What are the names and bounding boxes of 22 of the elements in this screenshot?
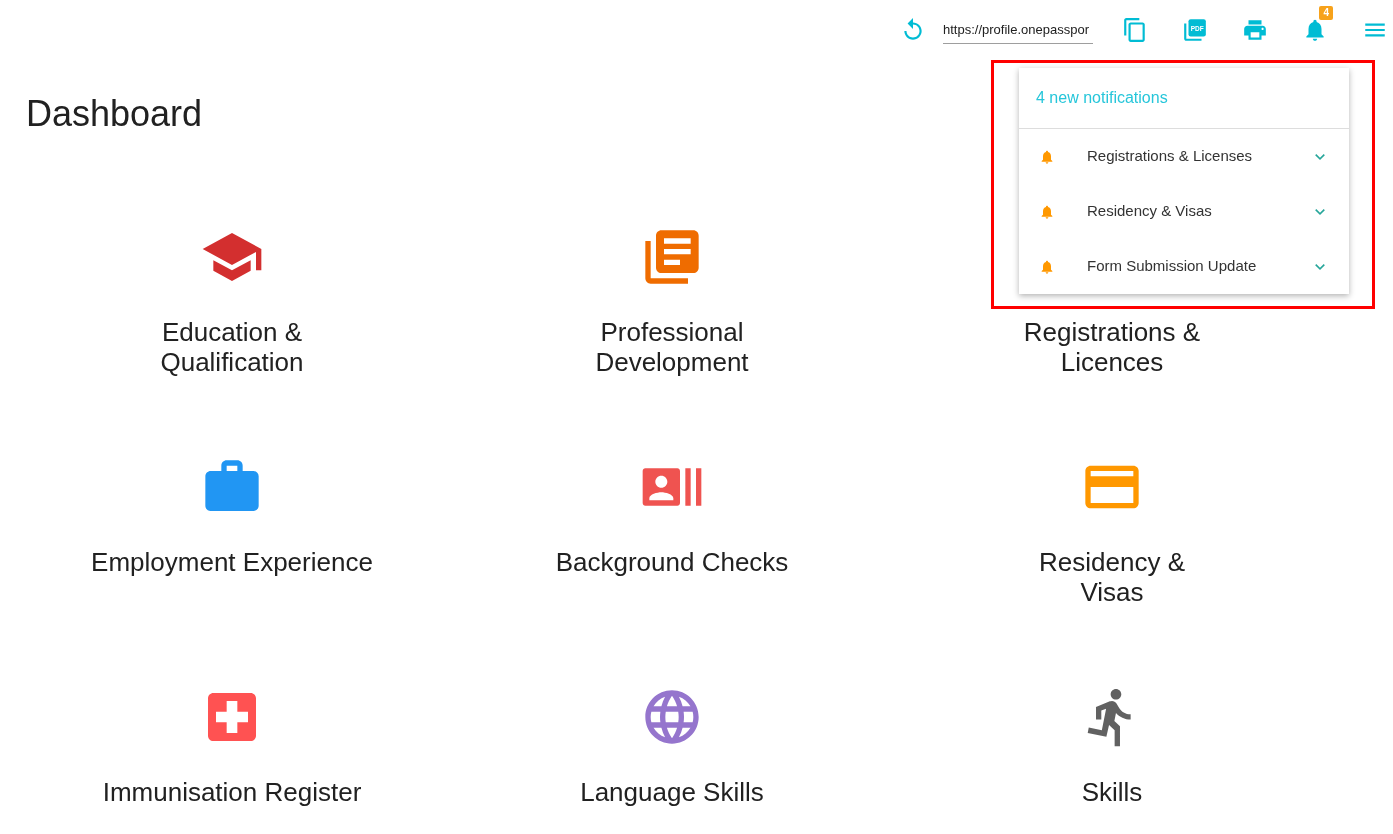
tile-label[interactable]: Skills xyxy=(1081,777,1143,808)
bell-icon xyxy=(1039,148,1055,165)
chevron-down-icon xyxy=(1315,263,1325,270)
bell-icon xyxy=(1039,203,1055,220)
notification-item[interactable]: Registrations & Licenses xyxy=(1019,129,1349,184)
tile-label[interactable]: Language Skills xyxy=(580,777,764,808)
print-icon xyxy=(1242,17,1268,43)
chevron-down-icon xyxy=(1315,208,1325,215)
bell-icon xyxy=(1039,258,1055,275)
chevron-down-icon xyxy=(1315,153,1325,160)
tile-label[interactable]: Employment Experience xyxy=(91,547,373,578)
notification-item[interactable]: Residency & Visas xyxy=(1019,184,1349,239)
tile-label[interactable]: Professional Development xyxy=(595,317,749,378)
tile-label[interactable]: Residency & Visas xyxy=(1039,547,1185,608)
tile-label[interactable]: Background Checks xyxy=(555,547,789,578)
notification-badge: 4 xyxy=(1319,6,1333,20)
tile-label[interactable]: Registrations & Licences xyxy=(1023,317,1201,378)
page-title: Dashboard xyxy=(26,92,203,136)
tile-label[interactable]: Immunisation Register xyxy=(102,777,362,808)
tile-label[interactable]: Education & Qualification xyxy=(160,317,304,378)
copy-icon xyxy=(1122,17,1148,43)
notification-item[interactable]: Form Submission Update xyxy=(1019,239,1349,294)
